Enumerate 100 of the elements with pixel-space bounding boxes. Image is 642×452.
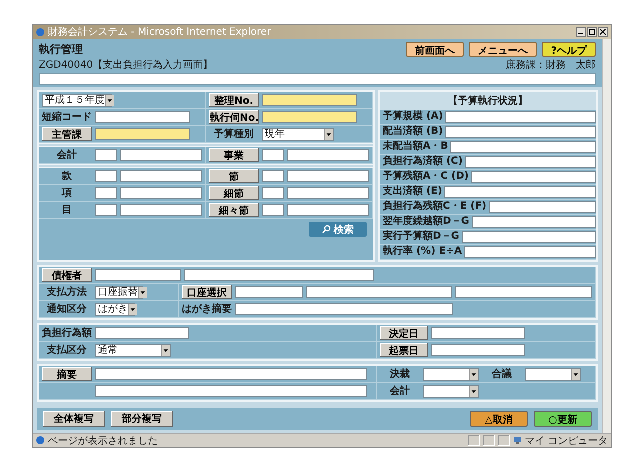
cancel-button[interactable]: △取消 [470,411,528,427]
name-field[interactable] [120,170,202,182]
text-field[interactable] [95,368,367,380]
name-field[interactable] [287,170,369,182]
lookup-button[interactable]: 執行伺No. [209,110,259,124]
window-title: 財務会計システム - Microsoft Internet Explorer [48,26,272,39]
text-field[interactable] [455,286,592,298]
amount-field[interactable] [464,246,596,258]
name-field[interactable] [287,187,369,199]
status-pane [468,435,480,446]
code-field[interactable] [262,149,284,161]
maximize-icon [589,29,595,35]
search-icon [322,225,331,234]
amount-field[interactable] [464,156,596,168]
dropdown[interactable]: 通常 [95,344,171,356]
name-field[interactable] [120,149,202,161]
code-field[interactable] [95,149,117,161]
code-field[interactable] [262,204,284,216]
update-button[interactable]: ○更新 [534,411,592,427]
name-field[interactable] [287,204,369,216]
code-field[interactable] [95,170,117,182]
status-message: ページが表示されました [48,434,158,448]
lookup-button[interactable]: 債権者 [42,268,92,282]
lookup-button[interactable]: 決定日 [380,326,428,340]
screen-id: ZGD40040【支出負担行為入力画面】 [39,58,214,72]
dropdown[interactable] [525,368,581,380]
close-icon [600,29,606,35]
field-label: 負担行為額 [42,326,92,340]
lookup-button[interactable]: 事業 [209,148,259,162]
dropdown[interactable]: はがき [95,302,135,316]
field-label: 款 [60,170,73,183]
amount-field[interactable] [445,111,596,123]
user-name: 庶務課：財務 太郎 [505,58,596,72]
text-field[interactable] [184,269,374,281]
text-field[interactable] [262,94,357,106]
field-label: はがき摘要 [182,302,232,316]
dropdown[interactable] [423,368,479,380]
page-icon [36,436,45,445]
text-field[interactable] [95,385,367,397]
maximize-button[interactable] [587,27,597,37]
text-field[interactable] [95,327,189,339]
nav-button[interactable]: メニューへ [469,42,538,57]
text-field[interactable] [235,286,303,298]
text-field[interactable] [95,128,190,140]
dropdown[interactable] [423,384,479,398]
dropdown[interactable]: 現年 [262,128,334,140]
text-field[interactable] [306,286,452,298]
scrollbar[interactable] [602,39,611,433]
text-field[interactable] [431,327,525,339]
lookup-button[interactable]: 細々節 [209,203,259,217]
amount-field[interactable] [450,141,596,153]
amount-field[interactable] [488,201,596,213]
amount-field[interactable] [445,126,596,138]
field-label: 未配当額A・B [382,141,450,153]
computer-icon [512,436,522,445]
amount-field[interactable] [472,216,596,228]
name-field[interactable] [120,187,202,199]
status-pane [498,435,510,446]
amount-field[interactable] [462,231,596,243]
search-button[interactable]: 検索 [309,222,367,237]
field-label: 予算種別 [213,128,255,141]
text-field[interactable] [95,269,181,281]
code-field[interactable] [262,170,284,182]
field-label: 執行率 (%) E÷A [382,246,464,258]
field-label: 支出済額 (E) [382,186,444,198]
lookup-button[interactable]: 細節 [209,186,259,200]
amount-field[interactable] [444,186,596,198]
field-label: 決裁 [389,368,411,381]
lookup-button[interactable]: 整理No. [209,93,259,107]
lookup-button[interactable]: 摘要 [42,367,92,381]
field-label: 負担行為残額C・E (F) [382,201,488,213]
code-field[interactable] [95,187,117,199]
lookup-button[interactable]: 口座選択 [182,285,232,299]
lookup-button[interactable]: 起票日 [380,343,428,357]
lookup-button[interactable]: 主管課 [42,127,92,141]
name-field[interactable] [120,204,202,216]
dropdown[interactable]: 平成１５年度 [42,94,112,106]
amount-field[interactable] [471,171,596,183]
field-label: 支払区分 [46,344,88,357]
close-button[interactable] [598,27,608,37]
field-label: 通知区分 [46,302,88,316]
code-field[interactable] [95,204,117,216]
field-label: 翌年度繰越額D－G [382,216,471,228]
minimize-button[interactable] [576,27,586,37]
field-label: 合議 [491,367,513,381]
status-pane [482,435,495,446]
help-button[interactable]: ?ヘルプ [542,42,596,57]
text-field[interactable] [95,111,190,123]
zone-label: マイ コンピュータ [524,434,608,448]
copy-button[interactable]: 部分複写 [111,411,173,427]
lookup-button[interactable]: 節 [209,169,259,183]
field-label: 短縮コード [42,110,92,124]
field-label: 実行予算額D－G [382,231,461,243]
text-field[interactable] [235,303,453,315]
name-field[interactable] [287,149,369,161]
code-field[interactable] [262,187,284,199]
copy-button[interactable]: 全体複写 [43,411,105,427]
nav-button[interactable]: 前画面へ [406,42,464,57]
text-field[interactable] [262,111,357,123]
text-field[interactable] [431,344,525,356]
